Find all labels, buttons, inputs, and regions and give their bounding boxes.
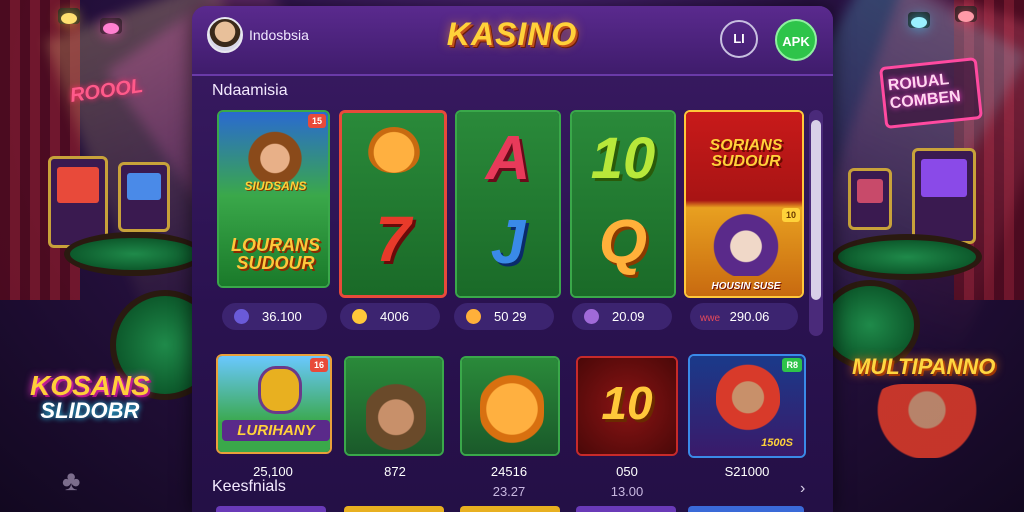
scrollbar[interactable] (809, 110, 823, 336)
game-card[interactable]: A J (455, 110, 561, 298)
main-panel: Indosbsia KASINO LI APK Ndaamisia SIUDSA… (192, 6, 833, 512)
game-card[interactable]: 10 Q (570, 110, 676, 298)
left-sign-main: KOSANS (30, 370, 150, 401)
game-card-partial[interactable] (344, 506, 444, 512)
game-value: 290.06 (729, 309, 770, 324)
card-symbol-bottom: Q (598, 208, 648, 277)
game-value: 25,100 (253, 464, 293, 479)
game-sub-value: 23.27 (492, 484, 526, 499)
card-title: LURIHANY (222, 420, 330, 441)
game-card[interactable] (460, 356, 560, 456)
card-badge: R8 (782, 358, 802, 372)
game-value: 50 29 (494, 309, 527, 324)
arcade-machine (848, 168, 892, 230)
spotlight-icon (100, 18, 122, 34)
game-card-partial[interactable] (688, 506, 804, 512)
game-card[interactable]: SORIANS SUDOUR HOUSIN SUSE 10 (684, 110, 804, 298)
coin-icon (584, 309, 599, 324)
club-icon: ♣ (62, 465, 81, 496)
game-value: S21000 (724, 464, 770, 479)
card-badge: 10 (781, 208, 800, 222)
jester-character (710, 210, 782, 276)
bg-character (862, 384, 992, 458)
game-value: 050 (616, 464, 638, 479)
arcade-machine (912, 148, 976, 244)
card-title-top: SORIANS SUDOUR (709, 137, 783, 170)
coin-icon (466, 309, 481, 324)
game-value: 36.100 (262, 309, 302, 324)
section-title: Ndaamisia (212, 82, 288, 99)
card-symbol: 7 (375, 203, 411, 275)
scrollbar-thumb[interactable] (811, 120, 821, 300)
game-value: 872 (384, 464, 406, 479)
game-card[interactable]: 1500S R8 (688, 354, 806, 458)
game-card[interactable] (344, 356, 444, 456)
card-title-bottom: LOURANS SUDOUR (231, 235, 320, 273)
chevron-down-icon[interactable]: › (800, 480, 805, 498)
spotlight-icon (955, 6, 977, 22)
card-badge: 16 (309, 358, 328, 372)
game-value-pill: 36.100 (222, 303, 327, 330)
game-value: 4006 (380, 309, 409, 324)
hammer-character (258, 366, 302, 414)
player-character (716, 364, 780, 438)
game-value-pill: wwe 290.06 (690, 303, 798, 330)
left-neon-sign: KOSANS SLIDOBR (30, 372, 150, 422)
game-sub-value: 13.00 (610, 484, 644, 499)
game-card-partial[interactable] (576, 506, 676, 512)
card-title-top: SIUDSANS (244, 179, 307, 193)
cowboy-face (366, 372, 426, 450)
card-symbol-top: 10 (590, 126, 656, 191)
game-value-pill: 4006 (340, 303, 440, 330)
section-title: Keesfnials (212, 478, 286, 495)
card-symbol: 10 (601, 377, 653, 429)
game-card-partial[interactable] (216, 506, 326, 512)
arcade-machine (118, 162, 170, 232)
poker-table (832, 234, 982, 280)
apk-download-button[interactable]: APK (775, 19, 817, 61)
game-value: 20.09 (612, 309, 645, 324)
value-prefix: wwe (700, 313, 721, 324)
game-card[interactable]: 7 (339, 110, 447, 298)
cat-face (480, 370, 544, 448)
game-value-pill: 20.09 (572, 303, 672, 330)
avatar[interactable] (207, 17, 243, 53)
card-symbol-bottom: J (490, 208, 526, 277)
game-value-pill: 50 29 (454, 303, 554, 330)
roulette-sign: ROIUAL COMBEN (879, 57, 983, 129)
poker-table (64, 232, 204, 276)
game-card-partial[interactable] (460, 506, 560, 512)
coin-icon (352, 309, 367, 324)
top-bar: Indosbsia KASINO LI APK (192, 6, 833, 76)
site-logo[interactable]: KASINO (424, 16, 600, 60)
coin-icon (234, 309, 249, 324)
spotlight-icon (58, 8, 80, 24)
card-symbol-top: A (485, 124, 531, 193)
card-badge: 15 (307, 114, 326, 128)
li-button[interactable]: LI (720, 20, 758, 58)
game-card[interactable]: 10 (576, 356, 678, 456)
left-sign-sub: SLIDOBR (40, 398, 140, 423)
card-title-bottom: HOUSIN SUSE (711, 281, 781, 292)
cat-symbol (368, 127, 420, 173)
card-title: 1500S (761, 437, 793, 449)
game-value: 24516 (490, 464, 528, 479)
game-card[interactable]: LURIHANY 16 (216, 354, 332, 454)
cowboy-character (247, 120, 303, 182)
game-card[interactable]: SIUDSANS LOURANS SUDOUR 15 (217, 110, 330, 288)
right-neon-sign: MULTIPANNO (852, 354, 996, 379)
user-name[interactable]: Indosbsia (249, 27, 309, 43)
spotlight-icon (908, 12, 930, 28)
